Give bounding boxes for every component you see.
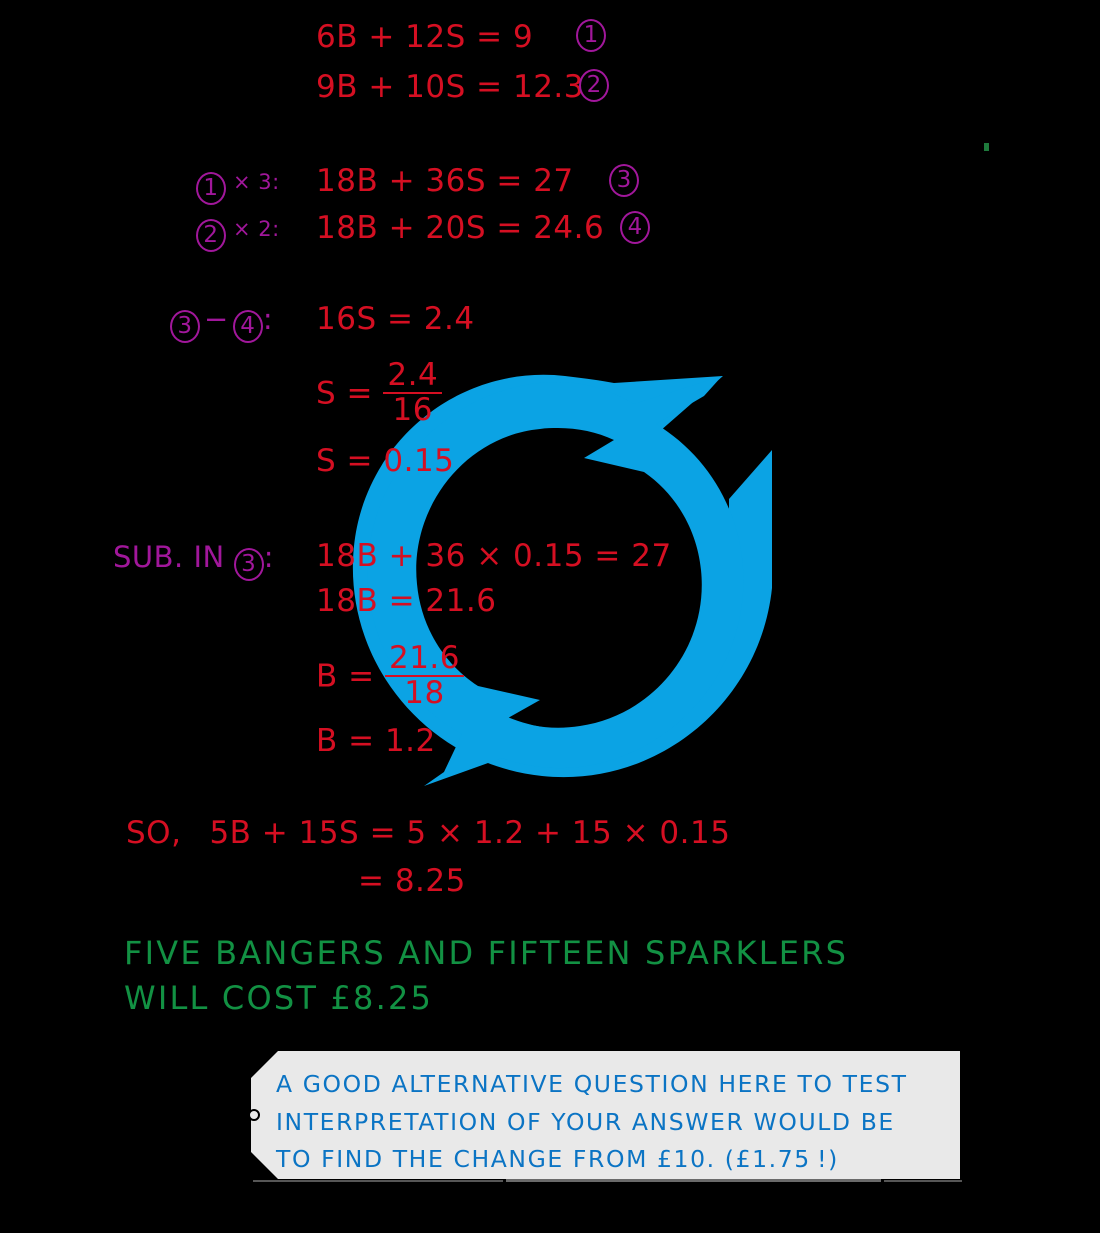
equation-1-reference: 1 xyxy=(576,19,606,52)
subtraction-colon: : xyxy=(262,302,274,336)
equation-2: 9B + 10S = 12.3 xyxy=(316,72,584,103)
equation-3-text: 18B + 36S = 27 xyxy=(316,163,574,199)
equation-4-text: 18B + 20S = 24.6 xyxy=(316,210,605,246)
circled-number-2-ref: 2 xyxy=(196,219,226,252)
subtraction-label: 3−4: xyxy=(170,305,273,343)
circled-number-3: 3 xyxy=(609,164,639,197)
b-fraction: 21.6 18 xyxy=(384,643,464,711)
substitute-colon: : xyxy=(263,540,274,574)
equation-3: 18B + 36S = 27 xyxy=(316,166,574,197)
circled-number-4-ref: 4 xyxy=(232,310,263,343)
bottom-edge-artifact-left xyxy=(253,1180,503,1182)
note-line-3: TO FIND THE CHANGE FROM £10. (£1.75 !) xyxy=(276,1145,839,1173)
circled-number-2: 2 xyxy=(579,69,609,102)
note-pin-dot-icon xyxy=(248,1109,260,1121)
green-speck-mark xyxy=(984,143,989,151)
equation-6-text: 18B + 36 × 0.15 = 27 xyxy=(316,538,672,574)
so-line: SO, 5B + 15S = 5 × 1.2 + 15 × 0.15 xyxy=(126,818,730,849)
s-fraction-denominator: 16 xyxy=(392,392,433,428)
b-fraction-line: B = 21.6 18 xyxy=(316,643,464,711)
equation-2-reference: 2 xyxy=(579,69,609,102)
equation-2-text: 9B + 10S = 12.3 xyxy=(316,69,585,105)
s-value-text: S = 0.15 xyxy=(316,443,455,479)
s-fraction-lhs: S = xyxy=(316,375,374,412)
equation-1: 6B + 12S = 9 xyxy=(316,22,533,53)
equation-7-text: 18B = 21.6 xyxy=(316,583,497,619)
circled-number-1-ref: 1 xyxy=(196,172,226,205)
answer-line-2-text: WILL COST £8.25 xyxy=(124,979,434,1017)
equation-4-reference: 4 xyxy=(620,211,650,244)
b-value-line: B = 1.2 xyxy=(316,726,436,757)
equation-4: 18B + 20S = 24.6 xyxy=(316,213,604,244)
equation-5-text: 16S = 2.4 xyxy=(316,301,475,337)
b-value-text: B = 1.2 xyxy=(316,723,436,759)
s-value-line: S = 0.15 xyxy=(316,446,454,477)
s-fraction: 2.4 16 xyxy=(383,360,443,428)
operation-2-label: 2 × 2: xyxy=(196,214,280,252)
substitute-label: SUB. IN 3: xyxy=(113,543,274,581)
bottom-edge-artifact-center xyxy=(506,1179,881,1182)
equation-1-text: 6B + 12S = 9 xyxy=(316,19,534,55)
so-result-text: = 8.25 xyxy=(358,863,466,899)
equation-3-reference: 3 xyxy=(609,164,639,197)
answer-line-1-text: FIVE BANGERS AND FIFTEEN SPARKLERS xyxy=(124,934,849,972)
circled-number-3-substitute: 3 xyxy=(233,548,264,581)
so-label: SO, xyxy=(126,815,182,851)
worked-solution-page: 6B + 12S = 9 1 9B + 10S = 12.3 2 1 × 3: 1… xyxy=(0,0,1100,1233)
s-fraction-numerator: 2.4 xyxy=(383,360,443,394)
equation-5: 16S = 2.4 xyxy=(316,304,475,335)
circled-number-3-ref: 3 xyxy=(170,310,200,343)
note-line-1: A GOOD ALTERNATIVE QUESTION HERE TO TEST xyxy=(276,1070,908,1098)
b-fraction-numerator: 21.6 xyxy=(384,643,464,677)
circled-number-1: 1 xyxy=(576,19,606,52)
operation-2-multiplier: × 2: xyxy=(233,217,280,241)
so-result-line: = 8.25 xyxy=(358,866,466,897)
minus-sign: − xyxy=(204,302,229,336)
s-fraction-line: S = 2.4 16 xyxy=(316,360,443,428)
so-equation: 5B + 15S = 5 × 1.2 + 15 × 0.15 xyxy=(209,815,731,851)
note-callout-text: A GOOD ALTERNATIVE QUESTION HERE TO TEST… xyxy=(276,1066,976,1179)
equation-6: 18B + 36 × 0.15 = 27 xyxy=(316,541,672,572)
answer-line-1: FIVE BANGERS AND FIFTEEN SPARKLERS xyxy=(124,937,848,969)
bottom-edge-artifact-right xyxy=(884,1180,962,1182)
substitute-label-text: SUB. IN xyxy=(113,540,225,574)
operation-1-multiplier: × 3: xyxy=(233,170,280,194)
b-fraction-denominator: 18 xyxy=(404,675,445,711)
b-fraction-lhs: B = xyxy=(316,658,375,695)
answer-line-2: WILL COST £8.25 xyxy=(124,982,433,1014)
note-line-2: INTERPRETATION OF YOUR ANSWER WOULD BE xyxy=(276,1107,895,1136)
operation-1-label: 1 × 3: xyxy=(196,167,280,205)
circled-number-4: 4 xyxy=(620,211,650,244)
equation-7: 18B = 21.6 xyxy=(316,586,496,617)
